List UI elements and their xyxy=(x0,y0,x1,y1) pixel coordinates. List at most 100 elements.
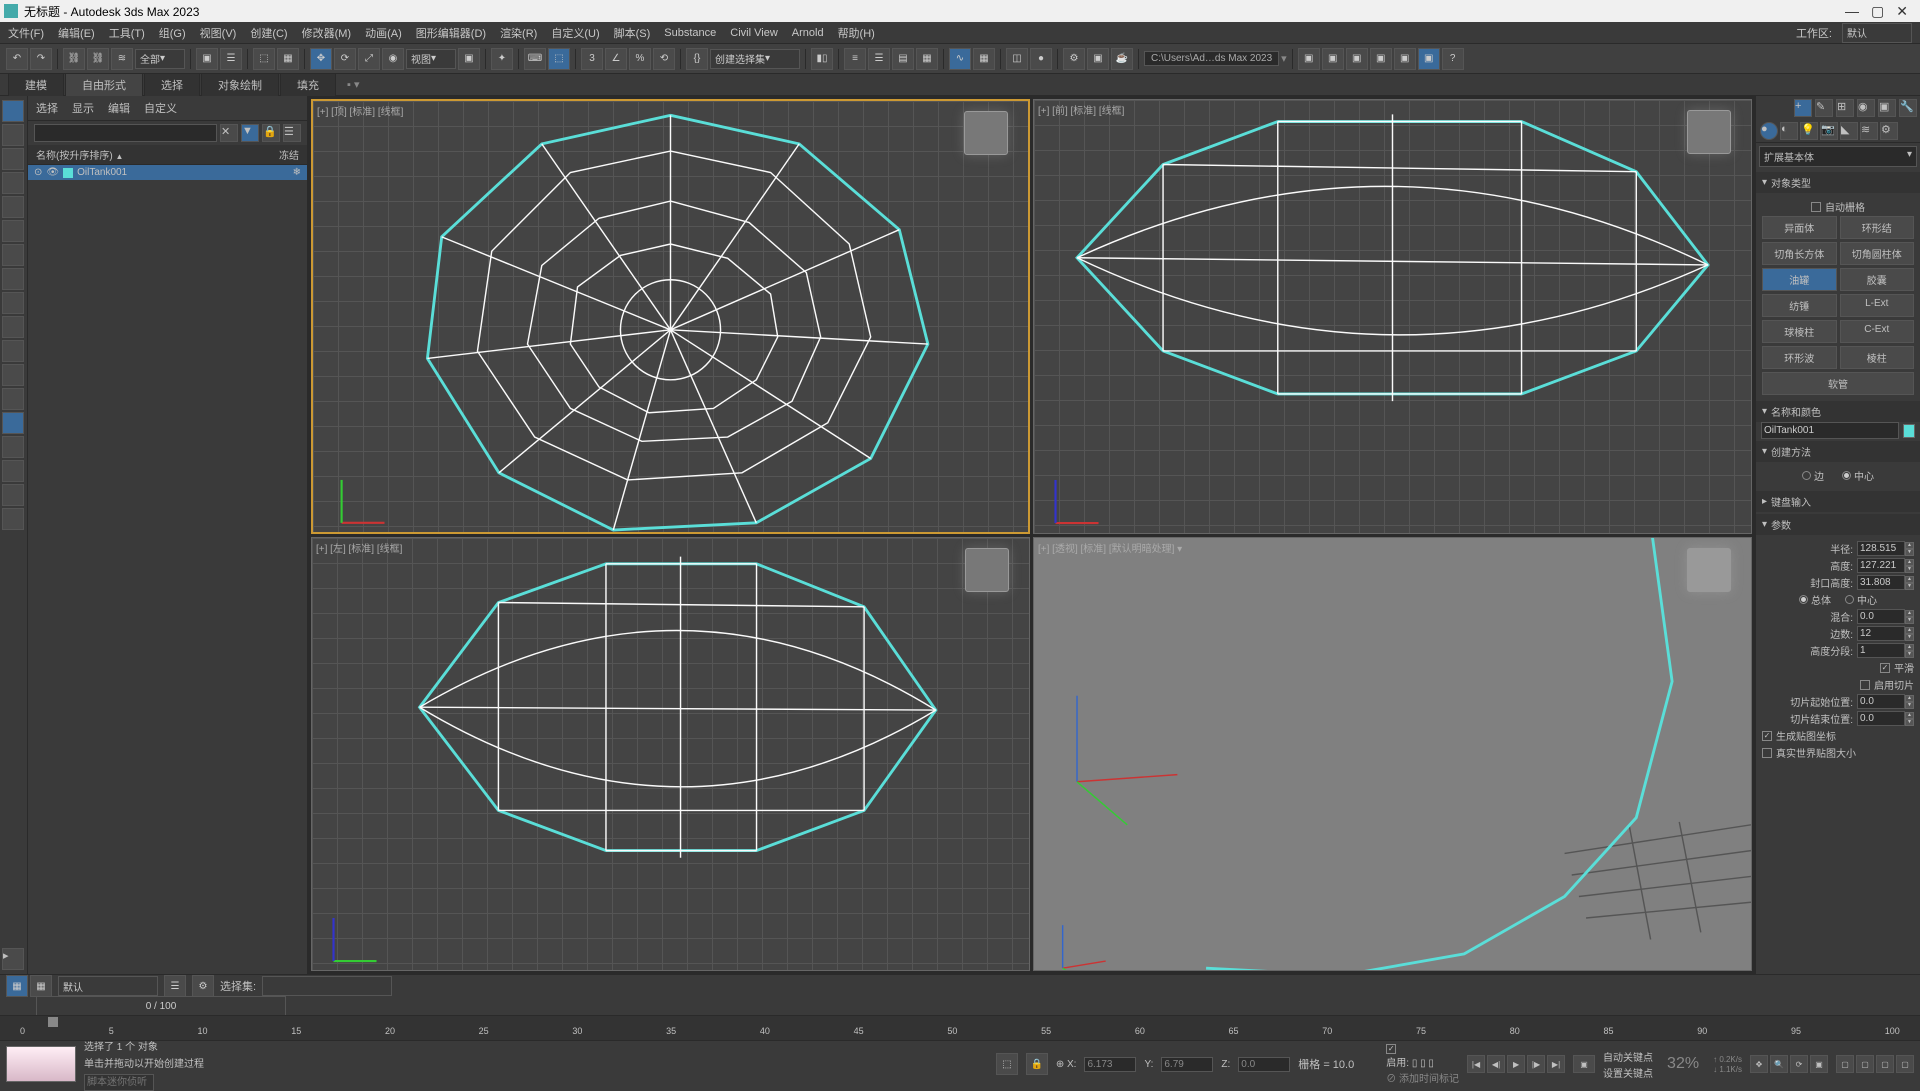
rollout-namecolor[interactable]: ▾ 名称和颜色 xyxy=(1756,401,1920,422)
curve-editor-button[interactable]: ∿ xyxy=(949,48,971,70)
cmd-tab-display[interactable]: ▣ xyxy=(1878,99,1896,117)
cmd-tab-create[interactable]: + xyxy=(1794,99,1812,117)
object-color-button[interactable] xyxy=(1903,424,1915,438)
menu-group[interactable]: 组(G) xyxy=(159,25,186,41)
snap-toggle-button[interactable]: ⬚ xyxy=(548,48,570,70)
objtype-0[interactable]: 异面体 xyxy=(1762,216,1837,239)
play-button[interactable]: ▶ xyxy=(1507,1055,1525,1073)
dope-sheet-button[interactable]: ▦ xyxy=(973,48,995,70)
rollout-objtype[interactable]: ▾ 对象类型 xyxy=(1756,172,1920,193)
nav-orbit-button[interactable]: ⟳ xyxy=(1790,1055,1808,1073)
pivot-button[interactable]: ▣ xyxy=(458,48,480,70)
viewport-persp-label[interactable]: [+] [透视] [标准] [默认明暗处理] ▾ xyxy=(1038,540,1182,555)
scene-item-oiltank[interactable]: ⊙ 👁 OilTank001 ❄ xyxy=(28,165,307,180)
render-button[interactable]: ☕ xyxy=(1111,48,1133,70)
create-center-radio[interactable]: 中心 xyxy=(1842,468,1874,483)
time-slider[interactable]: 0 / 100 xyxy=(36,996,286,1016)
placement-button[interactable]: ◉ xyxy=(382,48,404,70)
viewport-front-label[interactable]: [+] [前] [标准] [线框] xyxy=(1038,102,1124,117)
cmd-tab-motion[interactable]: ◉ xyxy=(1857,99,1875,117)
objtype-12[interactable]: 软管 xyxy=(1762,372,1914,395)
scene-tab-select[interactable]: 选择 xyxy=(36,100,58,116)
rollout-kbd[interactable]: ▸ 键盘输入 xyxy=(1756,491,1920,512)
freeze-icon[interactable]: ❄ xyxy=(293,167,301,178)
spinner-snap-button[interactable]: ⟲ xyxy=(653,48,675,70)
script-listener[interactable] xyxy=(84,1074,154,1091)
viewport-perspective[interactable]: [+] [透视] [标准] [默认明暗处理] ▾ xyxy=(1033,537,1752,972)
sub-cameras[interactable]: 📷 xyxy=(1820,122,1838,140)
vis-icon[interactable]: 👁 xyxy=(46,167,59,178)
menu-tools[interactable]: 工具(T) xyxy=(109,25,145,41)
undo-button[interactable]: ↶ xyxy=(6,48,28,70)
track-layer-button[interactable]: ☰ xyxy=(164,975,186,997)
prev-frame-button[interactable]: ◀| xyxy=(1487,1055,1505,1073)
setkey-button[interactable]: 设置关键点 xyxy=(1603,1065,1653,1080)
menu-file[interactable]: 文件(F) xyxy=(8,25,44,41)
menu-view[interactable]: 视图(V) xyxy=(200,25,237,41)
lt-10[interactable] xyxy=(2,316,24,338)
menu-animation[interactable]: 动画(A) xyxy=(365,25,402,41)
autokey-button[interactable]: 自动关键点 xyxy=(1603,1049,1653,1064)
bind-button[interactable]: ≋ xyxy=(111,48,133,70)
lt-12[interactable] xyxy=(2,364,24,386)
scene-lock-button[interactable]: 🔒 xyxy=(262,124,280,142)
manipulate-button[interactable]: ✦ xyxy=(491,48,513,70)
objtype-8[interactable]: 球棱柱 xyxy=(1762,320,1837,343)
ribbon-button[interactable]: ▦ xyxy=(916,48,938,70)
next-frame-button[interactable]: |▶ xyxy=(1527,1055,1545,1073)
scene-search-input[interactable] xyxy=(34,124,217,142)
scale-button[interactable]: ⤢ xyxy=(358,48,380,70)
y-coord[interactable] xyxy=(1161,1057,1213,1072)
menu-substance[interactable]: Substance xyxy=(664,27,716,39)
unlink-button[interactable]: ⛓ xyxy=(87,48,109,70)
window-crossing-button[interactable]: ▦ xyxy=(277,48,299,70)
enable-label[interactable]: 启用: xyxy=(1386,1058,1409,1069)
goto-start-button[interactable]: |◀ xyxy=(1467,1055,1485,1073)
ref-coord-system[interactable]: 视图 ▾ xyxy=(406,49,456,69)
lt-8[interactable] xyxy=(2,268,24,290)
select-button[interactable]: ▣ xyxy=(196,48,218,70)
objtype-10[interactable]: 环形波 xyxy=(1762,346,1837,369)
scene-search-clear[interactable]: ✕ xyxy=(220,124,238,142)
lt-2[interactable] xyxy=(2,124,24,146)
menu-arnold[interactable]: Arnold xyxy=(792,27,824,39)
close-button[interactable]: ✕ xyxy=(1896,3,1908,20)
lt-14[interactable] xyxy=(2,412,24,434)
schematic-button[interactable]: ◫ xyxy=(1006,48,1028,70)
sub-lights[interactable]: 💡 xyxy=(1800,122,1818,140)
tb-extra-1[interactable]: ▣ xyxy=(1298,48,1320,70)
height-input[interactable] xyxy=(1857,558,1905,573)
object-name-input[interactable] xyxy=(1761,422,1899,439)
snap3-button[interactable]: 3 xyxy=(581,48,603,70)
rect-select-button[interactable]: ⬚ xyxy=(253,48,275,70)
nav-7[interactable]: ▢ xyxy=(1876,1055,1894,1073)
autogrid-check[interactable]: 自动栅格 xyxy=(1825,199,1865,214)
selset-field[interactable] xyxy=(262,976,392,996)
sliceto-input[interactable] xyxy=(1857,711,1905,726)
ribbon-tab-freeform[interactable]: 自由形式 xyxy=(65,73,143,97)
redo-button[interactable]: ↷ xyxy=(30,48,52,70)
edit-selset-button[interactable]: {} xyxy=(686,48,708,70)
maximize-button[interactable]: ▢ xyxy=(1871,3,1884,20)
menu-modifier[interactable]: 修改器(M) xyxy=(302,25,352,41)
select-name-button[interactable]: ☰ xyxy=(220,48,242,70)
selection-filter[interactable]: 全部 ▾ xyxy=(135,49,185,69)
objtype-11[interactable]: 棱柱 xyxy=(1840,346,1915,369)
lt-7[interactable] xyxy=(2,244,24,266)
scene-filter-button[interactable]: ▼ xyxy=(241,124,259,142)
lt-18[interactable] xyxy=(2,508,24,530)
keyboard-shortcut-button[interactable]: ⌨ xyxy=(524,48,546,70)
track-btn-1[interactable]: ▦ xyxy=(6,975,28,997)
menu-graph[interactable]: 图形编辑器(D) xyxy=(416,25,486,41)
rollout-create[interactable]: ▾ 创建方法 xyxy=(1756,441,1920,462)
lock-button[interactable]: 🔒 xyxy=(1026,1053,1048,1075)
layer-explorer-button[interactable]: ▤ xyxy=(892,48,914,70)
angle-snap-button[interactable]: ∠ xyxy=(605,48,627,70)
link-button[interactable]: ⛓ xyxy=(63,48,85,70)
cmd-tab-modify[interactable]: ✎ xyxy=(1815,99,1833,117)
tb-extra-6[interactable]: ▣ xyxy=(1418,48,1440,70)
align-button[interactable]: ≡ xyxy=(844,48,866,70)
ribbon-tab-objpaint[interactable]: 对象绘制 xyxy=(201,73,279,97)
render-setup-button[interactable]: ⚙ xyxy=(1063,48,1085,70)
nav-max-button[interactable]: ▣ xyxy=(1810,1055,1828,1073)
